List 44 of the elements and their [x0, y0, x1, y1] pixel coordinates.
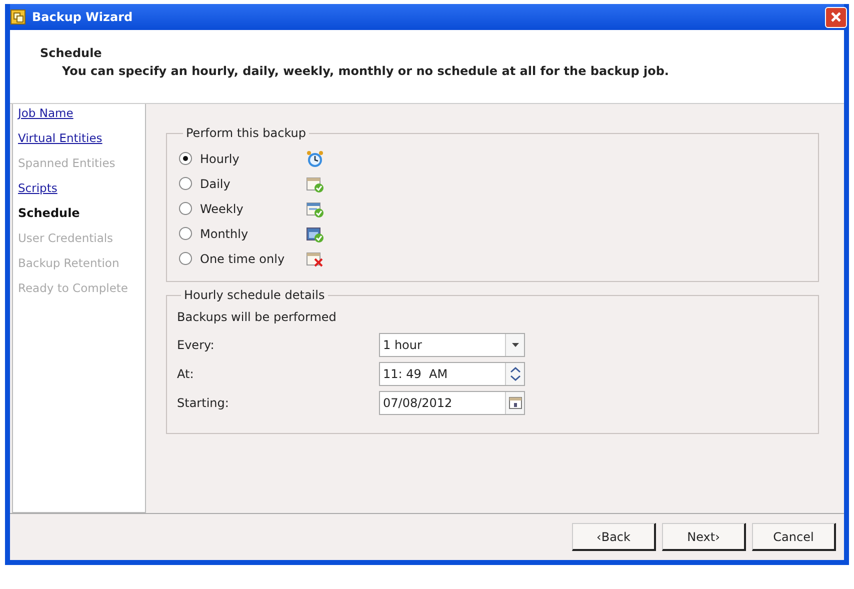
- app-icon: [10, 9, 26, 25]
- close-icon: [830, 11, 842, 23]
- window-title: Backup Wizard: [32, 10, 134, 24]
- radio-label[interactable]: Monthly: [200, 226, 306, 240]
- group-legend: Perform this backup: [183, 126, 309, 140]
- field-label: At:: [177, 366, 195, 380]
- group-legend: Hourly schedule details: [181, 288, 328, 302]
- time-field[interactable]: 11: 49 AM: [379, 362, 525, 386]
- field-label: Every:: [177, 338, 216, 352]
- field-label: Starting:: [177, 396, 230, 410]
- radio-label[interactable]: Hourly: [200, 152, 306, 166]
- page-title: Schedule: [40, 46, 103, 60]
- radio-button[interactable]: [179, 202, 192, 215]
- current-step: Schedule: [18, 206, 145, 231]
- calendar-check-icon: [306, 200, 324, 218]
- radio-label[interactable]: One time only: [200, 252, 306, 266]
- step-link[interactable]: Scripts: [18, 181, 145, 206]
- step-item: User Credentials: [18, 231, 114, 247]
- intro-text: Backups will be performed: [177, 310, 338, 324]
- radio-label[interactable]: Daily: [200, 176, 306, 190]
- radio-button[interactable]: [179, 252, 192, 265]
- wizard-button[interactable]: ‹Back: [572, 523, 656, 551]
- step-item: Backup Retention: [18, 256, 120, 272]
- date-field[interactable]: 07/08/2012: [379, 390, 525, 414]
- calendar-check-icon: [306, 174, 324, 192]
- step-link[interactable]: Virtual Entities: [18, 131, 145, 156]
- step-item: Spanned Entities: [18, 156, 116, 172]
- dropdown-field[interactable]: 1 hour: [379, 332, 525, 356]
- page-description: You can specify an hourly, daily, weekly, monthly or no schedule at all for the backup job.: [62, 64, 670, 78]
- calendar-check-icon: [306, 224, 324, 242]
- calendar-icon: [508, 396, 522, 409]
- dropdown-arrow-icon: [512, 342, 518, 346]
- spinner-arrows-icon: [510, 366, 520, 382]
- step-item: Ready to Complete: [18, 281, 129, 297]
- radio-button[interactable]: [179, 227, 192, 240]
- alarm-clock-icon: [306, 150, 324, 168]
- radio-button[interactable]: [179, 177, 192, 190]
- step-link[interactable]: Job Name: [18, 106, 145, 131]
- calendar-cross-icon: [306, 250, 324, 268]
- wizard-button[interactable]: Cancel: [752, 523, 836, 551]
- radio-label[interactable]: Weekly: [200, 202, 306, 216]
- wizard-button[interactable]: Next›: [662, 523, 746, 551]
- radio-button[interactable]: [179, 152, 192, 165]
- close-button[interactable]: [825, 6, 847, 28]
